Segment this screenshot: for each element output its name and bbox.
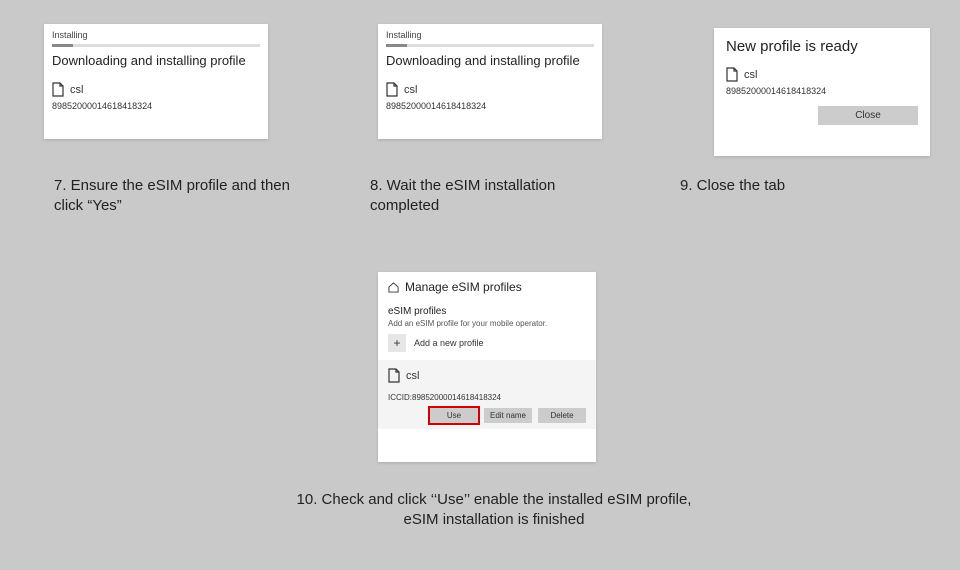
iccid-text: 89852000014618418324 [52,101,260,111]
ready-headline: New profile is ready [726,38,918,55]
carrier-name: csl [404,84,417,96]
use-button[interactable]: Use [430,408,478,423]
sim-icon [388,368,400,383]
iccid-line: ICCID:89852000014618418324 [388,393,586,402]
add-profile-label: Add a new profile [414,338,484,348]
installing-headline: Downloading and installing profile [386,53,594,68]
edit-name-button[interactable]: Edit name [484,408,532,423]
manage-panel-step10: Manage eSIM profiles eSIM profiles Add a… [378,272,596,462]
sim-icon [52,82,64,97]
manage-section-title: eSIM profiles [378,300,596,317]
close-button[interactable]: Close [818,106,918,125]
carrier-name: csl [406,370,419,382]
carrier-row: csl [386,82,594,97]
caption-step8: 8. Wait the eSIM installation completed [370,176,610,217]
progress-bar [52,44,260,47]
manage-header: Manage eSIM profiles [378,280,596,300]
ready-panel-step9: New profile is ready csl 898520000146184… [714,28,930,156]
carrier-name: csl [744,69,757,81]
profile-entry: csl ICCID:89852000014618418324 Use Edit … [378,360,596,429]
manage-hint: Add an eSIM profile for your mobile oper… [378,317,596,334]
sim-icon [386,82,398,97]
installing-small-title: Installing [52,30,260,40]
installing-panel-step8: Installing Downloading and installing pr… [378,24,602,139]
carrier-row: csl [52,82,260,97]
sim-icon [726,67,738,82]
delete-button[interactable]: Delete [538,408,586,423]
installing-panel-step7: Installing Downloading and installing pr… [44,24,268,139]
add-profile-row[interactable]: + Add a new profile [378,334,596,360]
profile-button-row: Use Edit name Delete [388,408,586,423]
carrier-row: csl [388,368,586,383]
installing-headline: Downloading and installing profile [52,53,260,68]
iccid-text: 89852000014618418324 [726,86,918,96]
home-icon [388,282,399,293]
manage-title: Manage eSIM profiles [405,280,522,294]
caption-step9: 9. Close the tab [680,176,880,196]
progress-bar [386,44,594,47]
plus-icon[interactable]: + [388,334,406,352]
installing-small-title: Installing [386,30,594,40]
carrier-row: csl [726,67,918,82]
caption-step7: 7. Ensure the eSIM profile and then clic… [54,176,294,217]
carrier-name: csl [70,84,83,96]
iccid-text: 89852000014618418324 [386,101,594,111]
caption-step10: 10. Check and click ‘‘Use’’ enable the i… [284,490,704,531]
